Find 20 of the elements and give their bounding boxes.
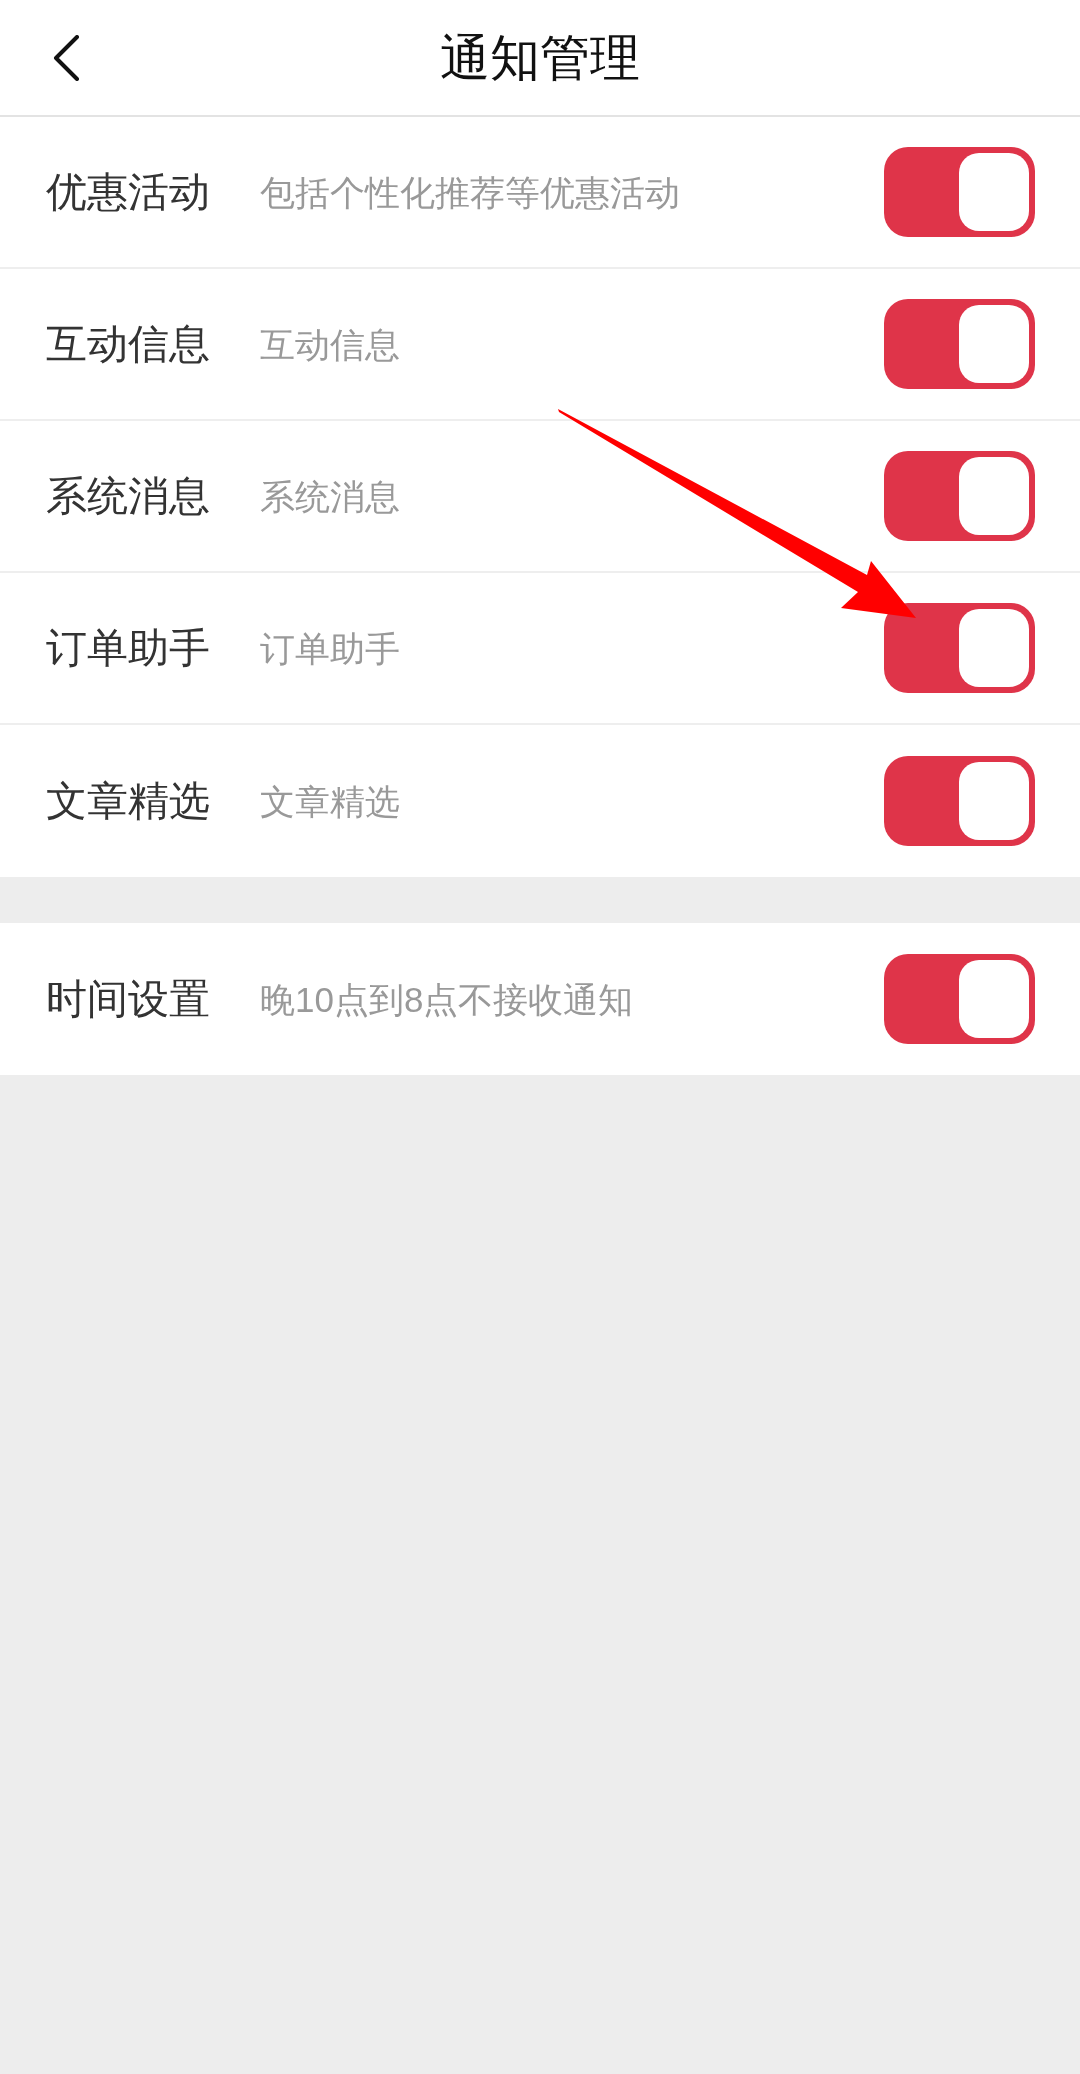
setting-description: 订单助手 (260, 630, 400, 666)
toggle-switch[interactable] (884, 147, 1035, 237)
toggle-switch[interactable] (884, 299, 1035, 389)
toggle-switch[interactable] (884, 954, 1035, 1044)
setting-label: 优惠活动 (46, 171, 211, 213)
toggle-switch[interactable] (884, 451, 1035, 541)
back-icon (52, 34, 80, 81)
page-title: 通知管理 (440, 32, 640, 83)
setting-description: 包括个性化推荐等优惠活动 (260, 174, 680, 210)
toggle-switch[interactable] (884, 603, 1035, 693)
setting-label: 文章精选 (46, 780, 211, 822)
setting-label: 互动信息 (46, 323, 211, 365)
setting-label: 订单助手 (46, 627, 211, 669)
setting-description: 互动信息 (260, 326, 400, 362)
setting-description: 晚10点到8点不接收通知 (260, 981, 634, 1017)
setting-description: 文章精选 (260, 783, 400, 819)
setting-label: 系统消息 (46, 475, 211, 517)
setting-label: 时间设置 (46, 978, 211, 1020)
setting-description: 系统消息 (260, 478, 400, 514)
toggle-switch[interactable] (884, 756, 1035, 846)
